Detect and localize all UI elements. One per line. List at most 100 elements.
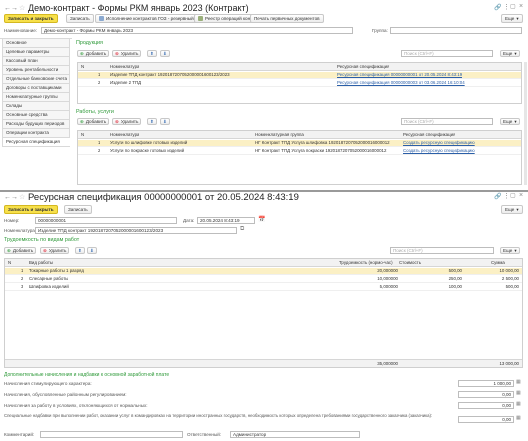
products-add-label: Добавить — [85, 50, 107, 56]
back-arrow-icon[interactable]: ← — [4, 194, 11, 201]
close-icon[interactable]: × — [519, 192, 523, 199]
table-row[interactable]: 2 Слесарные работы 10,000000 250,00 2 50… — [5, 276, 522, 283]
products-up-button[interactable]: ⬆ — [147, 50, 157, 57]
products-more-button[interactable]: Еще ▾ — [500, 50, 520, 57]
works-search-input[interactable]: Поиск (Ctrl+F) — [401, 118, 493, 125]
labor-totals-row: 35,000000 13 000,00 — [5, 359, 522, 367]
name-field[interactable]: Демо-контракт - Формы РКМ январь 2023 — [41, 27, 353, 34]
works-delete-button[interactable]: ⊗ Удалить — [112, 118, 142, 125]
row-create-spec-link[interactable]: Создать ресурсную спецификацию — [403, 148, 475, 154]
menu-icon[interactable]: ⋮ — [503, 192, 510, 200]
total-labor: 35,000000 — [377, 361, 398, 366]
products-search-input[interactable]: Поиск (Ctrl+F) — [401, 50, 493, 57]
link-icon[interactable]: 🔗 — [494, 4, 501, 11]
star-icon[interactable]: ☆ — [19, 4, 25, 12]
works-heading: Работы, услуги — [76, 109, 114, 115]
chevron-down-icon: ▾ — [516, 206, 519, 212]
table-row[interactable]: 1 Услуги по шлифовке готовых изделий НГ … — [78, 140, 521, 147]
calc-icon[interactable]: ▦ — [516, 415, 521, 421]
works-down-button[interactable]: ⬇ — [160, 118, 170, 125]
close-icon[interactable]: × — [519, 3, 523, 10]
labor-add-label: Добавить — [12, 247, 34, 253]
group-field[interactable] — [390, 27, 522, 34]
works-more-button[interactable]: Еще ▾ — [500, 118, 520, 125]
sidebar-item[interactable]: Договоры с поставщиками — [2, 84, 70, 93]
save-button[interactable]: Записать — [66, 14, 94, 23]
forward-arrow-icon[interactable]: → — [11, 5, 18, 12]
table-row[interactable]: 3 Шлифовка изделий 5,000000 100,00 500,0… — [5, 284, 522, 291]
extra-value-3[interactable]: 0,00 — [458, 402, 514, 409]
comment-field[interactable] — [40, 431, 183, 438]
labor-more-button[interactable]: Еще ▾ — [500, 247, 520, 254]
spec-more-button[interactable]: Еще ▾ — [501, 205, 523, 214]
labor-col-n: N — [8, 260, 12, 265]
maximize-icon[interactable]: ▢ — [510, 3, 516, 10]
calendar-icon[interactable]: 📅 — [258, 216, 265, 223]
responsible-field[interactable]: Администратор — [230, 431, 360, 438]
calc-icon[interactable]: ▦ — [516, 390, 521, 396]
sidebar-item[interactable]: Отдельные банковские счета — [2, 75, 70, 84]
print-button[interactable]: Печать первичных документов — [250, 14, 324, 23]
row-number: 1 — [21, 268, 24, 273]
execution-button[interactable]: Исполнение контрактов ГОЗ - резервный — [95, 14, 198, 23]
row-number: 2 — [98, 80, 101, 85]
arrow-up-icon: ⬆ — [150, 50, 154, 56]
sidebar-item[interactable]: Основное — [2, 39, 70, 48]
table-row[interactable]: 2 Изделие 2 ТПД Ресурсная спецификация 0… — [78, 80, 521, 87]
sidebar-item[interactable]: Ресурсная спецификация — [2, 138, 70, 147]
sidebar-item[interactable]: Склады — [2, 102, 70, 111]
calc-icon[interactable]: ▦ — [516, 379, 521, 385]
works-col-group: Номенклатурная группа — [255, 132, 304, 137]
sidebar-item[interactable]: Уровень рентабельности — [2, 66, 70, 75]
spec-save-close-button[interactable]: Записать и закрыть — [4, 205, 58, 214]
products-down-button[interactable]: ⬇ — [160, 50, 170, 57]
back-arrow-icon[interactable]: ← — [4, 5, 11, 12]
table-row[interactable]: 1 Изделие ТПД контракт 19201872070520000… — [78, 72, 521, 79]
scrollbar[interactable] — [524, 62, 527, 185]
row-spec-link[interactable]: Ресурсная спецификация 00000000003 от 03… — [337, 80, 465, 86]
extra-label-2: Начисления, обусловленные районным регул… — [4, 392, 127, 397]
sidebar-item[interactable]: Основные средства — [2, 111, 70, 120]
menu-icon[interactable]: ⋮ — [503, 3, 510, 11]
link-icon[interactable]: 🔗 — [494, 193, 501, 200]
date-field[interactable]: 20.05.2024 8:43:19 — [197, 217, 255, 224]
row-spec-link[interactable]: Ресурсная спецификация 00000000001 от 20… — [337, 72, 462, 78]
extra-value-2[interactable]: 0,00 — [458, 391, 514, 398]
extra-value-1[interactable]: 1 000,00 — [458, 380, 514, 387]
spec-save-button[interactable]: Записать — [64, 205, 92, 214]
labor-add-button[interactable]: ⊕ Добавить — [4, 247, 37, 254]
products-add-button[interactable]: ⊕ Добавить — [77, 50, 110, 57]
star-icon[interactable]: ☆ — [19, 193, 25, 201]
sidebar-item[interactable]: Кассовый план — [2, 57, 70, 66]
sidebar-item[interactable]: Целевые параметры — [2, 48, 70, 57]
works-add-button[interactable]: ⊕ Добавить — [77, 118, 110, 125]
labor-up-button[interactable]: ⬆ — [75, 247, 85, 254]
forward-arrow-icon[interactable]: → — [11, 194, 18, 201]
table-row[interactable]: 2 Услуги по покраске готовых изделий НГ … — [78, 148, 521, 155]
labor-down-button[interactable]: ⬇ — [87, 247, 97, 254]
sidebar-item[interactable]: Операции контракта — [2, 129, 70, 138]
maximize-icon[interactable]: ▢ — [510, 192, 516, 199]
more-button[interactable]: Еще ▾ — [501, 14, 523, 23]
calc-icon[interactable]: ▦ — [516, 401, 521, 407]
labor-delete-button[interactable]: ⊗ Удалить — [40, 247, 70, 254]
arrow-up-icon: ⬆ — [150, 118, 154, 124]
extra-value-4[interactable]: 0,00 — [458, 416, 514, 423]
works-up-button[interactable]: ⬆ — [147, 118, 157, 125]
row-labor: 10,000000 — [377, 276, 398, 281]
products-col-spec: Ресурсная спецификация — [337, 64, 390, 69]
sidebar-item[interactable]: Расходы будущих периодов — [2, 120, 70, 129]
products-delete-button[interactable]: ⊗ Удалить — [112, 50, 142, 57]
contract-window: ← → ☆ Демо-контракт - Формы РКМ январь 2… — [0, 0, 528, 190]
labor-search-input[interactable]: Поиск (Ctrl+F) — [390, 247, 494, 254]
nomenclature-field[interactable]: Изделие ТПД контракт 1920187207052000001… — [35, 227, 237, 234]
number-field[interactable]: 00000000001 — [35, 217, 177, 224]
number-label: Номер: — [4, 218, 20, 223]
table-row[interactable]: 1 Токарные работы 1 разряд 20,000000 500… — [5, 268, 522, 275]
works-col-spec: Ресурсная спецификация — [403, 132, 456, 137]
sidebar-item[interactable]: Номенклатурные группы — [2, 93, 70, 102]
open-icon[interactable]: ⧉ — [240, 226, 244, 233]
save-close-button[interactable]: Записать и закрыть — [4, 14, 58, 23]
labor-header: N Вид работы Трудоемкость (нормо-час) Ст… — [5, 259, 522, 267]
row-create-spec-link[interactable]: Создать ресурсную спецификацию — [403, 140, 475, 146]
